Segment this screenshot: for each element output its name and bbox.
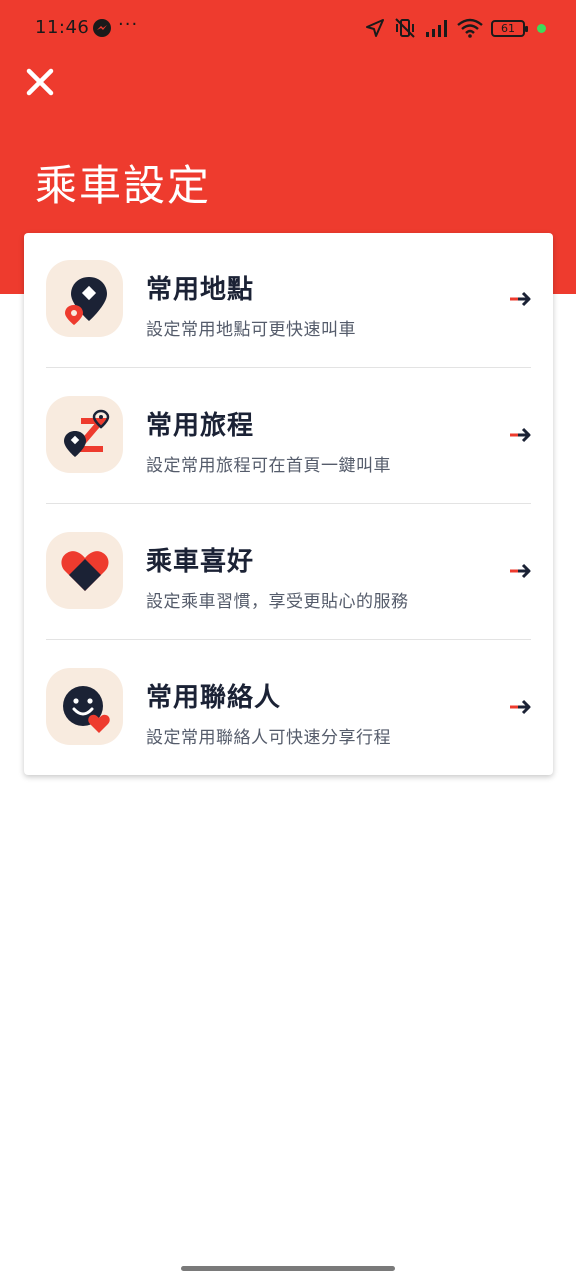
menu-item-title: 常用地點 bbox=[146, 275, 255, 305]
menu-item-ride-preferences[interactable]: 乘車喜好 設定乘車習慣，享受更貼心的服務 bbox=[24, 505, 553, 641]
menu-item-subtitle: 設定常用聯絡人可快速分享行程 bbox=[146, 728, 391, 748]
camera-privacy-dot bbox=[537, 23, 546, 33]
status-right-icons: 61 bbox=[365, 16, 546, 40]
menu-item-favorite-trips[interactable]: 常用旅程 設定常用旅程可在首頁一鍵叫車 bbox=[24, 369, 553, 505]
messenger-icon bbox=[93, 19, 111, 37]
menu-item-favorite-contacts[interactable]: 常用聯絡人 設定常用聯絡人可快速分享行程 bbox=[24, 641, 553, 777]
settings-card: 常用地點 設定常用地點可更快速叫車 常用旅程 設定常用旅程可在首頁一鍵叫車 乘車… bbox=[24, 233, 553, 775]
signal-icon bbox=[426, 20, 447, 37]
status-more-dots: ··· bbox=[118, 14, 139, 35]
divider bbox=[46, 639, 531, 640]
menu-item-title: 常用旅程 bbox=[146, 411, 255, 441]
page-title: 乘車設定 bbox=[35, 161, 212, 210]
heart-icon bbox=[46, 532, 123, 609]
arrow-right-icon bbox=[510, 563, 531, 579]
menu-item-subtitle: 設定常用地點可更快速叫車 bbox=[146, 320, 356, 340]
menu-item-favorite-places[interactable]: 常用地點 設定常用地點可更快速叫車 bbox=[24, 233, 553, 369]
arrow-right-icon bbox=[510, 427, 531, 443]
battery-indicator: 61 bbox=[491, 19, 528, 37]
location-pin-icon bbox=[46, 260, 123, 337]
route-icon bbox=[46, 396, 123, 473]
close-icon[interactable] bbox=[20, 62, 60, 102]
contact-smile-icon bbox=[46, 668, 123, 745]
divider bbox=[46, 367, 531, 368]
status-time: 11:46 bbox=[35, 17, 90, 38]
divider bbox=[46, 503, 531, 504]
menu-item-title: 常用聯絡人 bbox=[146, 683, 282, 713]
battery-level: 61 bbox=[501, 21, 515, 35]
location-arrow-icon bbox=[366, 19, 384, 37]
wifi-icon bbox=[457, 18, 483, 38]
home-indicator[interactable] bbox=[181, 1266, 395, 1271]
vibrate-mute-icon bbox=[395, 18, 415, 38]
arrow-right-icon bbox=[510, 699, 531, 715]
menu-item-title: 乘車喜好 bbox=[146, 547, 255, 577]
status-bar: 11:46 ··· 61 bbox=[0, 0, 576, 56]
menu-item-subtitle: 設定乘車習慣，享受更貼心的服務 bbox=[146, 592, 409, 612]
menu-item-subtitle: 設定常用旅程可在首頁一鍵叫車 bbox=[146, 456, 391, 476]
arrow-right-icon bbox=[510, 291, 531, 307]
